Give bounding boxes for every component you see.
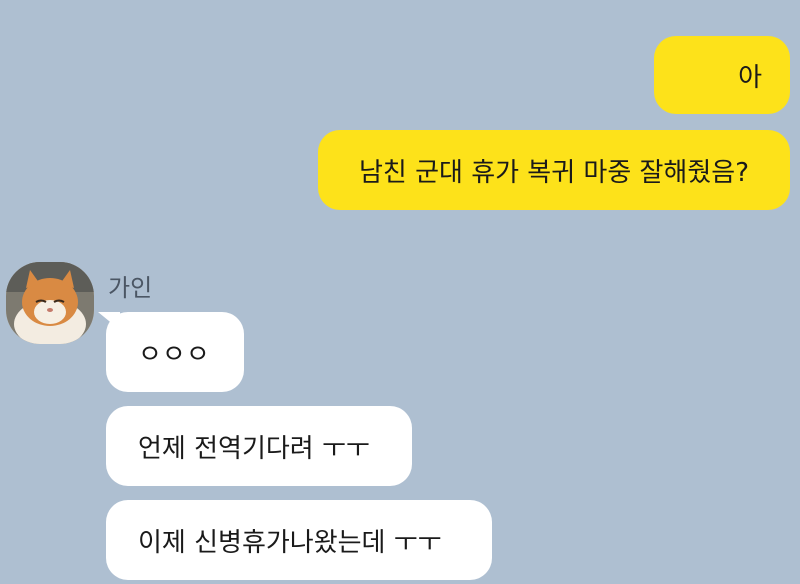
sent-message-bubble[interactable]: 남친 군대 휴가 복귀 마중 잘해줬음? (318, 130, 790, 210)
received-message-bubble[interactable]: 언제 전역기다려 ㅜㅜ (106, 406, 412, 486)
cat-photo-avatar-icon (6, 262, 94, 344)
received-message-bubble[interactable]: 이제 신병휴가나왔는데 ㅜㅜ (106, 500, 492, 580)
sent-message-bubble[interactable]: 아 (654, 36, 790, 114)
received-message-bubble[interactable]: ㅇㅇㅇ (106, 312, 244, 392)
sender-name: 가인 (108, 274, 153, 302)
message-text: 남친 군대 휴가 복귀 마중 잘해줬음? (358, 157, 749, 188)
chat-area: 아 남친 군대 휴가 복귀 마중 잘해줬음? 가인 ㅇㅇㅇ 언제 전역기다려 ㅜ… (0, 0, 800, 584)
message-text: ㅇㅇㅇ (138, 339, 210, 370)
contact-avatar[interactable] (6, 262, 94, 344)
message-text: 아 (738, 62, 762, 93)
message-text: 이제 신병휴가나왔는데 ㅜㅜ (138, 527, 442, 558)
message-text: 언제 전역기다려 ㅜㅜ (138, 433, 370, 464)
